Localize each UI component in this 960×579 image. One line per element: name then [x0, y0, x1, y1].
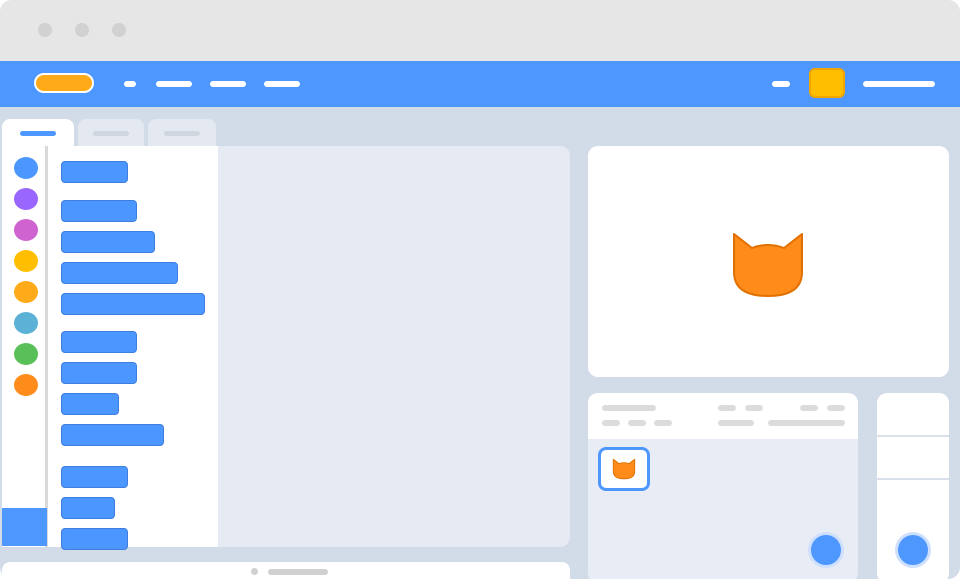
scroll-dot	[251, 568, 258, 575]
stage[interactable]	[588, 146, 949, 377]
maximize-dot[interactable]	[112, 23, 126, 37]
tab-costumes[interactable]	[78, 119, 144, 147]
category-operators-dot[interactable]	[14, 343, 38, 365]
category-motion-dot[interactable]	[14, 157, 38, 179]
add-backdrop-button[interactable]	[895, 532, 931, 568]
cat-icon	[612, 458, 636, 480]
bottom-bar	[2, 562, 570, 579]
close-dot[interactable]	[38, 23, 52, 37]
sprite-field[interactable]	[718, 420, 754, 426]
menu-item-tutorials[interactable]	[264, 81, 300, 87]
category-menu	[2, 146, 48, 547]
menu-item-file[interactable]	[156, 81, 192, 87]
sprite-show-label	[654, 420, 672, 426]
script-area[interactable]	[218, 146, 570, 547]
backdrop-divider	[877, 478, 949, 480]
cat-icon[interactable]	[728, 230, 808, 300]
category-sensing-dot[interactable]	[14, 312, 38, 334]
sprite-direction-label	[800, 405, 818, 411]
account-icon[interactable]	[809, 68, 845, 98]
sprite-size-value	[745, 405, 763, 411]
menu-item-settings[interactable]	[124, 81, 136, 87]
palette-block[interactable]	[61, 200, 137, 222]
title-bar	[0, 0, 960, 61]
palette-block[interactable]	[61, 466, 128, 488]
menu-item-edit[interactable]	[210, 81, 246, 87]
palette-block[interactable]	[61, 424, 164, 446]
sprite-size-label	[718, 405, 736, 411]
palette-block[interactable]	[61, 231, 155, 253]
palette-block[interactable]	[61, 293, 205, 315]
add-sprite-button[interactable]	[808, 532, 844, 568]
scroll-handle[interactable]	[268, 569, 328, 575]
category-looks-dot[interactable]	[14, 188, 38, 210]
sprite-x-label	[602, 420, 620, 426]
sprite-panel	[588, 393, 858, 579]
category-sound-dot[interactable]	[14, 219, 38, 241]
menu-item-account[interactable]	[863, 81, 935, 87]
tab-code-indicator	[20, 131, 56, 136]
sprite-info-header	[588, 393, 858, 439]
sprite-thumbnail[interactable]	[598, 447, 650, 491]
sprite-name-label	[602, 405, 656, 411]
sprite-field[interactable]	[768, 420, 845, 426]
category-events-dot[interactable]	[14, 250, 38, 272]
tab-sounds[interactable]	[148, 119, 216, 147]
app-window	[0, 0, 960, 579]
palette-block[interactable]	[61, 393, 119, 415]
sprite-y-label	[628, 420, 646, 426]
tab-sounds-indicator	[164, 131, 200, 136]
palette-block[interactable]	[61, 362, 137, 384]
tab-costumes-indicator	[93, 131, 129, 136]
logo[interactable]	[34, 73, 94, 93]
palette-block[interactable]	[61, 528, 128, 550]
menu-item-share[interactable]	[772, 81, 790, 87]
palette-block[interactable]	[61, 161, 128, 183]
palette-block[interactable]	[61, 331, 137, 353]
backdrop-panel	[877, 393, 949, 579]
backdrop-divider	[877, 435, 949, 437]
palette-block[interactable]	[61, 262, 178, 284]
category-variables-dot[interactable]	[14, 374, 38, 396]
tab-code[interactable]	[2, 119, 74, 147]
extension-button[interactable]	[2, 508, 47, 546]
category-control-dot[interactable]	[14, 281, 38, 303]
palette-block[interactable]	[61, 497, 115, 519]
sprite-direction-value	[827, 405, 845, 411]
minimize-dot[interactable]	[75, 23, 89, 37]
